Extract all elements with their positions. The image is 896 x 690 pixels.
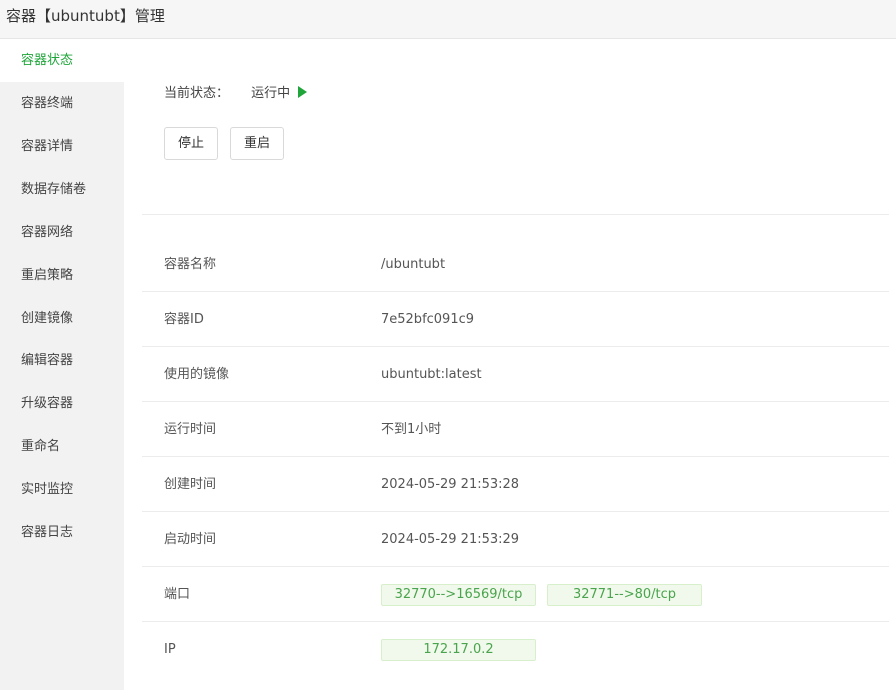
ip-tag: 172.17.0.2 [381,639,536,661]
status-row: 当前状态： 运行中 [164,82,308,101]
info-key: 使用的镜像 [164,367,230,382]
info-key: 容器名称 [164,257,217,272]
info-value: ubuntubt:latest [381,367,482,382]
play-icon [298,86,308,98]
restart-button[interactable]: 重启 [230,127,285,160]
info-value: 7e52bfc091c9 [381,312,475,327]
info-key: IP [164,642,176,657]
sidebar-item-container-details[interactable]: 容器详情 [0,125,124,168]
stop-button[interactable]: 停止 [164,127,219,160]
status-label: 当前状态： [164,86,230,101]
status-value: 运行中 [251,86,291,101]
sidebar-item-container-logs[interactable]: 容器日志 [0,511,124,554]
info-row-started: 启动时间 2024-05-29 21:53:29 [142,512,889,567]
info-row-image: 使用的镜像 ubuntubt:latest [142,347,889,402]
info-key: 运行时间 [164,422,217,437]
divider [142,214,889,215]
info-value: 2024-05-29 21:53:29 [381,532,520,547]
info-key: 启动时间 [164,532,217,547]
info-row-ip: IP 172.17.0.2 [142,622,889,677]
port-tag: 32770-->16569/tcp [381,584,536,606]
sidebar-item-restart-policy[interactable]: 重启策略 [0,254,124,297]
sidebar-item-rename[interactable]: 重命名 [0,425,124,468]
sidebar-item-container-terminal[interactable]: 容器终端 [0,82,124,125]
sidebar-item-container-network[interactable]: 容器网络 [0,211,124,254]
port-tag: 32771-->80/tcp [547,584,702,606]
sidebar-item-container-status[interactable]: 容器状态 [0,39,124,82]
window-titlebar: 容器【ubuntubt】管理 [0,0,896,39]
info-row-uptime: 运行时间 不到1小时 [142,402,889,457]
info-row-ports: 端口 32770-->16569/tcp 32771-->80/tcp [142,567,889,622]
info-value: 2024-05-29 21:53:28 [381,477,520,492]
info-key: 创建时间 [164,477,217,492]
info-key: 端口 [164,587,191,602]
main-panel: 当前状态： 运行中 停止 重启 容器名称 /ubuntubt 容器ID 7e52… [124,39,896,690]
sidebar-item-data-volumes[interactable]: 数据存储卷 [0,168,124,211]
sidebar-item-realtime-monitor[interactable]: 实时监控 [0,468,124,511]
window-title: 容器【ubuntubt】管理 [6,7,165,25]
info-table: 容器名称 /ubuntubt 容器ID 7e52bfc091c9 使用的镜像 u… [142,237,889,677]
sidebar: 容器状态 容器终端 容器详情 数据存储卷 容器网络 重启策略 创建镜像 编辑容器… [0,39,124,690]
sidebar-item-edit-container[interactable]: 编辑容器 [0,339,124,382]
info-value: /ubuntubt [381,257,446,272]
info-row-name: 容器名称 /ubuntubt [142,237,889,292]
sidebar-item-upgrade-container[interactable]: 升级容器 [0,382,124,425]
info-key: 容器ID [164,312,204,327]
info-row-created: 创建时间 2024-05-29 21:53:28 [142,457,889,512]
info-value: 不到1小时 [381,422,442,437]
sidebar-item-create-image[interactable]: 创建镜像 [0,297,124,340]
info-row-id: 容器ID 7e52bfc091c9 [142,292,889,347]
